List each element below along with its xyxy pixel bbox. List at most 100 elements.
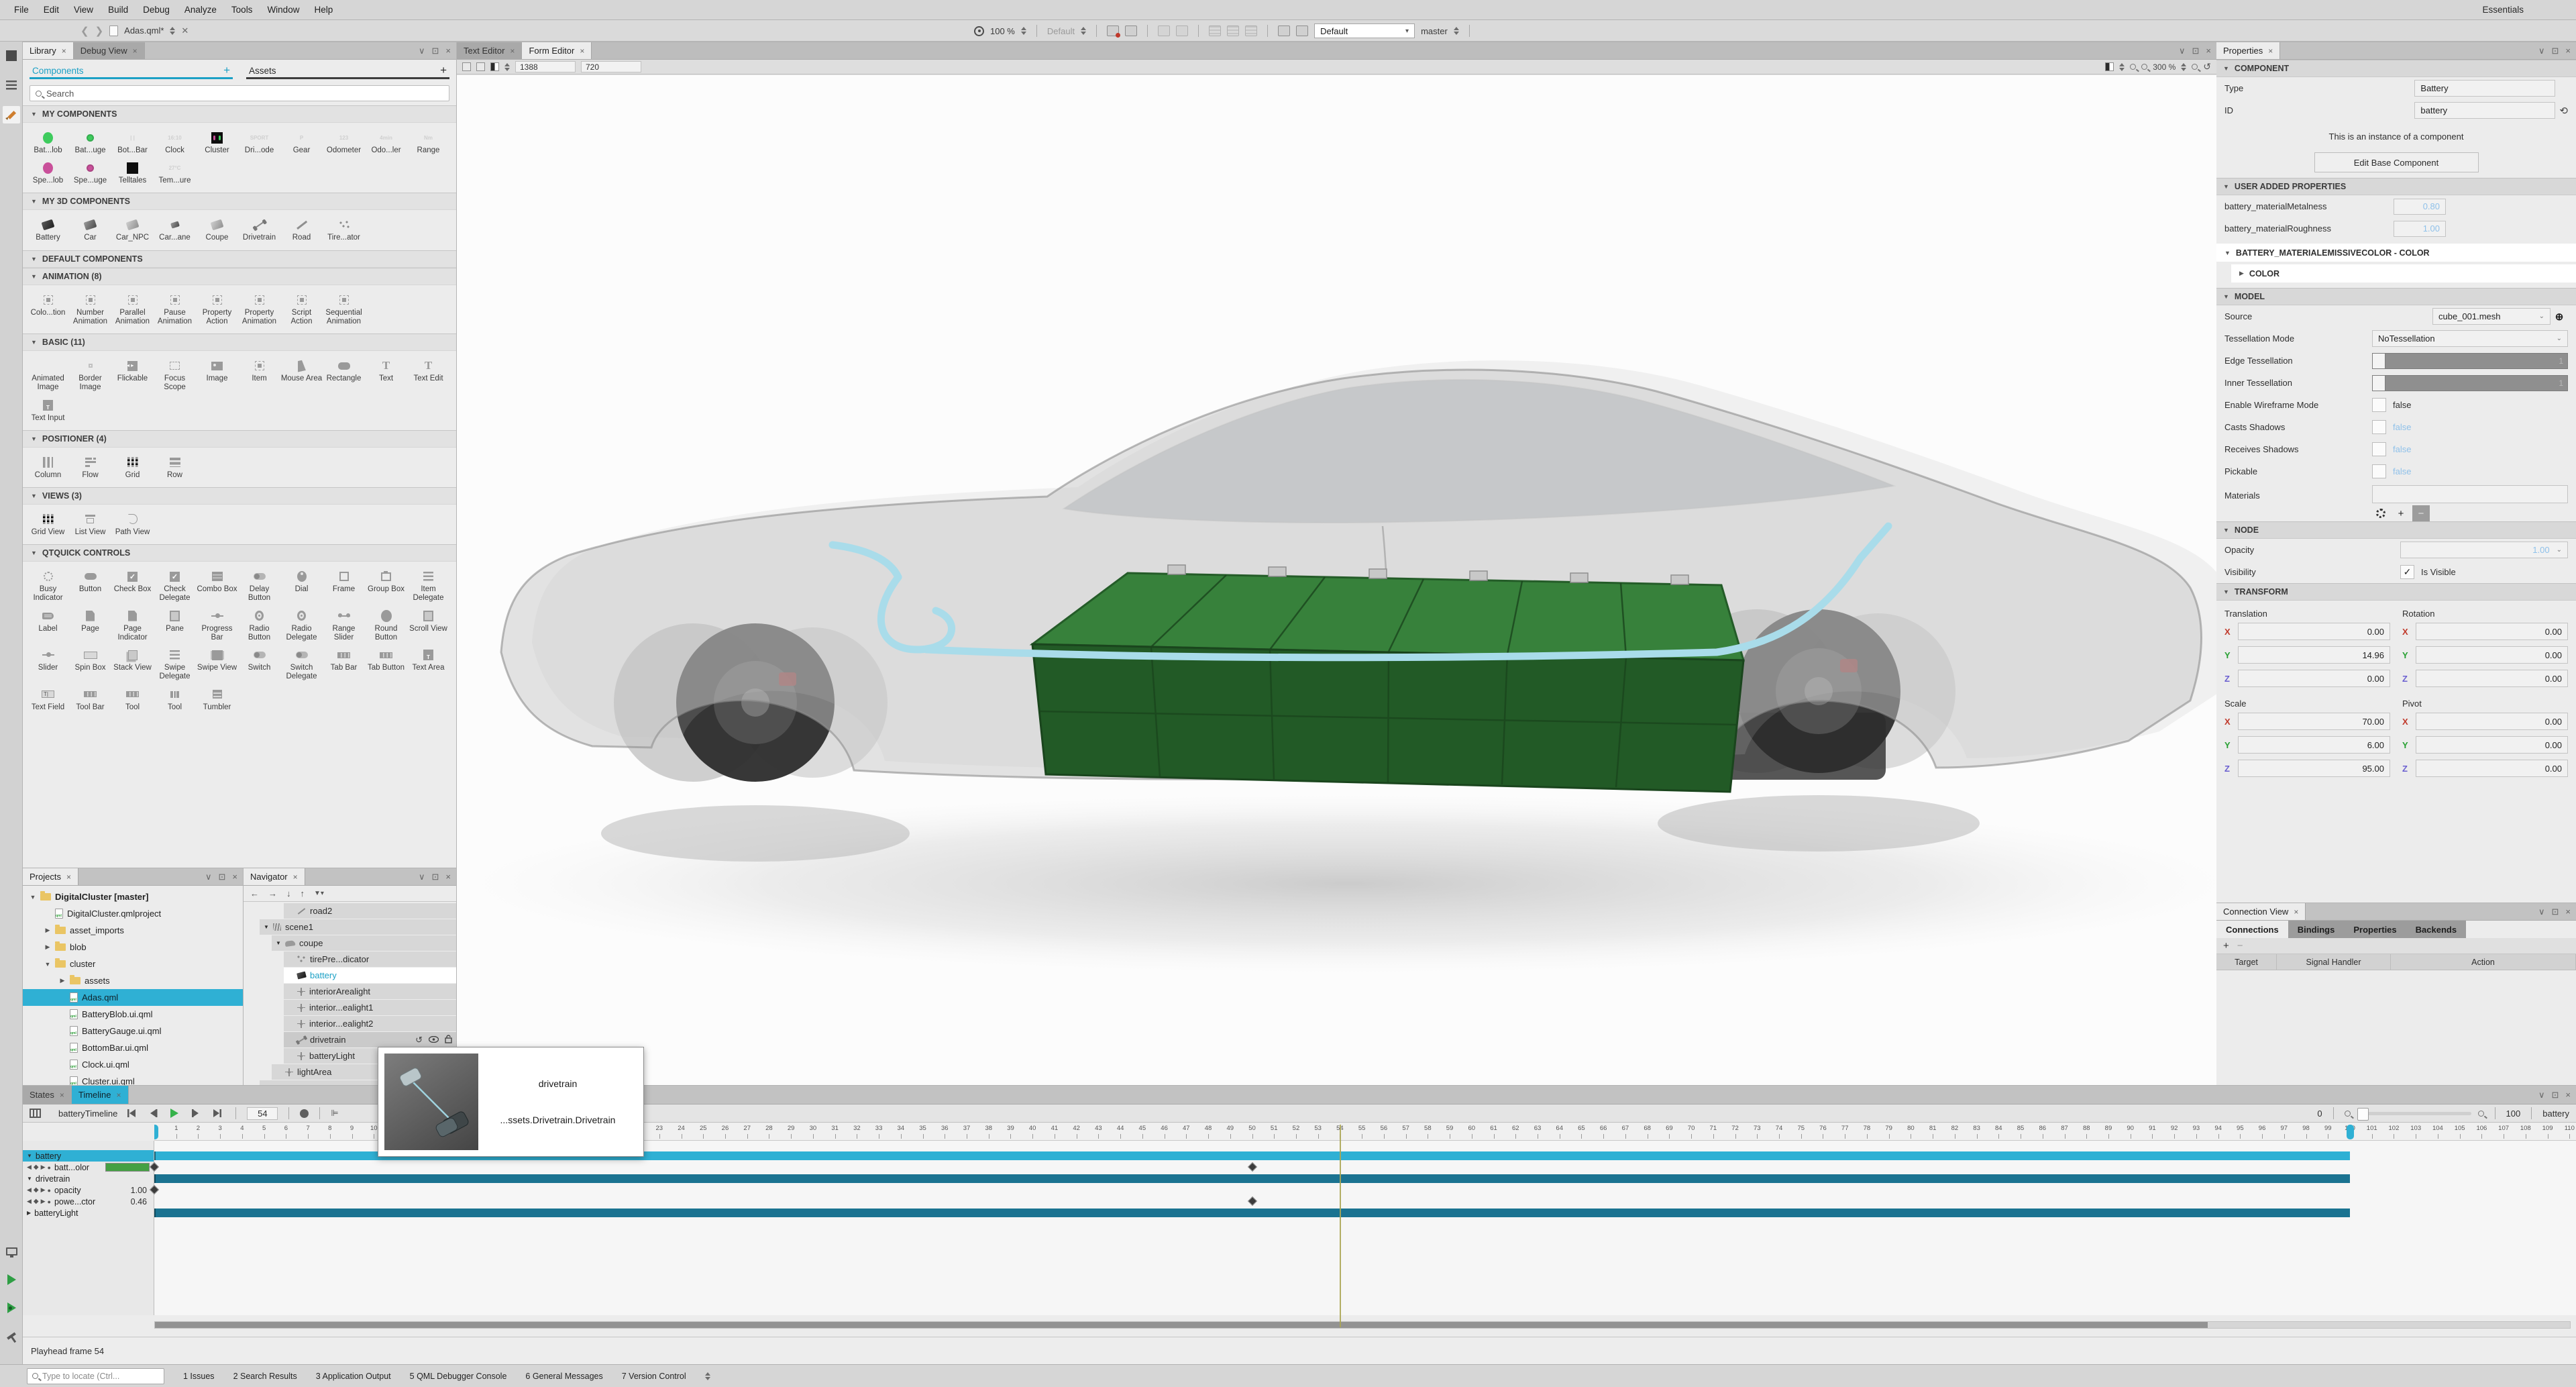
tree-item-cluster[interactable]: ▼cluster	[23, 956, 243, 972]
component-item[interactable]: Radio Button	[238, 607, 280, 642]
component-item[interactable]: Swipe Delegate	[154, 646, 196, 681]
anchor-icon[interactable]	[1125, 25, 1137, 36]
collapse-icon[interactable]: ∨	[2179, 46, 2186, 56]
keyframe-marker[interactable]	[1247, 1196, 1256, 1206]
output-pane-7-version-control[interactable]: 7 Version Control	[622, 1372, 686, 1381]
component-item[interactable]: ✓Check Box	[111, 568, 154, 603]
component-item[interactable]: Image	[196, 357, 238, 392]
tab-text-editor[interactable]: Text Editor×	[457, 42, 522, 59]
current-frame-field[interactable]: 54	[247, 1107, 278, 1120]
play-button[interactable]	[167, 1107, 182, 1119]
nav-item-coupe[interactable]: ▼coupe	[244, 935, 456, 951]
checkbox[interactable]	[2372, 442, 2386, 456]
transform-field-translation-x[interactable]: 0.00	[2238, 623, 2390, 640]
run-button[interactable]	[3, 1271, 20, 1288]
component-item[interactable]: 123Odometer	[323, 129, 365, 155]
to-start-button[interactable]	[124, 1107, 139, 1119]
tab-assets[interactable]: Assets+	[239, 60, 456, 81]
component-item[interactable]: Range Slider	[323, 607, 365, 642]
component-item[interactable]: TText Area	[407, 646, 449, 681]
search-input[interactable]: Search	[30, 85, 449, 101]
expand-arrow-icon[interactable]: ▶	[44, 927, 51, 934]
conn-tab-properties[interactable]: Properties	[2344, 921, 2406, 938]
component-item[interactable]: Bat...uge	[69, 129, 111, 155]
timeline-section-bar[interactable]	[154, 1174, 2350, 1183]
component-item[interactable]: Border Image	[69, 357, 111, 392]
conn-tab-connections[interactable]: Connections	[2216, 921, 2288, 938]
timeline-row-label-batterylight[interactable]: ▶batteryLight	[23, 1207, 154, 1219]
tree-item-digitalcluster-qmlproject[interactable]: DigitalCluster.qmlproject	[23, 905, 243, 922]
component-item[interactable]: Grid	[111, 454, 154, 480]
list-icon-2[interactable]	[1227, 25, 1239, 36]
component-item[interactable]: Car...ane	[154, 216, 196, 242]
branch-selector[interactable]: master	[1421, 26, 1448, 36]
component-item[interactable]: Drivetrain	[238, 216, 280, 242]
edit-dark-icon[interactable]	[1296, 25, 1308, 36]
prev-keyframe-button[interactable]	[146, 1107, 160, 1119]
battery-pack[interactable]	[1032, 565, 1743, 792]
component-item[interactable]: Animated Image	[27, 357, 69, 392]
move-left-icon[interactable]: ←	[250, 888, 259, 898]
component-item[interactable]: Combo Box	[196, 568, 238, 603]
edit-mode-icon[interactable]	[3, 76, 20, 94]
tab-form-editor[interactable]: Form Editor×	[522, 42, 592, 59]
component-item[interactable]: Tab Button	[365, 646, 407, 681]
menu-analyze[interactable]: Analyze	[177, 0, 224, 19]
canvas-width-field[interactable]: 1388	[515, 61, 576, 72]
component-item[interactable]: Item Delegate	[407, 568, 449, 603]
inner-tessellation-slider[interactable]: 1	[2372, 375, 2568, 391]
component-item[interactable]: TText	[365, 357, 407, 392]
component-item[interactable]: Pause Animation	[154, 291, 196, 326]
keyframe-controls[interactable]: ◀◆▶●	[27, 1186, 51, 1194]
section-transform[interactable]: ▼TRANSFORM	[2216, 583, 2576, 601]
color-swatch[interactable]	[105, 1163, 150, 1172]
component-item[interactable]: Tool	[111, 686, 154, 712]
remove-connection-icon[interactable]: −	[2237, 940, 2243, 952]
component-item[interactable]: Colo...tion	[27, 291, 69, 326]
expand-arrow-icon[interactable]: ▼	[276, 940, 281, 946]
component-item[interactable]: Pane	[154, 607, 196, 642]
document-spinner-icon[interactable]	[170, 27, 175, 35]
component-item[interactable]: Tool	[154, 686, 196, 712]
component-item[interactable]: PGear	[280, 129, 323, 155]
close-icon[interactable]: ×	[2565, 1090, 2571, 1100]
source-combobox[interactable]: cube_001.mesh⌄	[2432, 308, 2551, 325]
component-item[interactable]: List View	[69, 511, 111, 537]
close-icon[interactable]: ×	[580, 46, 584, 56]
section-model[interactable]: ▼MODEL	[2216, 288, 2576, 305]
unlock-icon[interactable]	[445, 1035, 452, 1045]
component-item[interactable]: Slider	[27, 646, 69, 681]
transform-field-pivot-x[interactable]: 0.00	[2416, 713, 2568, 730]
remove-material-icon[interactable]: −	[2412, 505, 2430, 521]
nav-item-scene1[interactable]: ▼scene1	[244, 919, 456, 935]
timeline-row-track[interactable]	[154, 1196, 2576, 1207]
component-item[interactable]: Flow	[69, 454, 111, 480]
zoom-spinner-icon[interactable]	[1021, 27, 1026, 35]
tab-library[interactable]: Library×	[23, 42, 74, 59]
style-combobox[interactable]: Default▾	[1314, 23, 1415, 38]
timeline-row-track[interactable]	[154, 1184, 2576, 1196]
tree-item-clock-ui-qml[interactable]: Clock.ui.qml	[23, 1056, 243, 1073]
expand-arrow-icon[interactable]: ▼	[44, 961, 51, 968]
component-item[interactable]: Progress Bar	[196, 607, 238, 642]
zoom-level[interactable]: 100 %	[990, 26, 1015, 36]
close-icon[interactable]: ×	[2206, 46, 2211, 56]
component-item[interactable]: Tool Bar	[69, 686, 111, 712]
range-end-marker[interactable]	[2347, 1125, 2354, 1139]
tab-timeline[interactable]: Timeline×	[72, 1086, 129, 1104]
output-pane-6-general-messages[interactable]: 6 General Messages	[525, 1372, 602, 1381]
component-item[interactable]: Road	[280, 216, 323, 242]
collapse-icon[interactable]: ∨	[419, 872, 425, 882]
timeline-row-label-batt-olor[interactable]: ◀◆▶●batt...olor	[23, 1162, 154, 1173]
component-item[interactable]: Cluster	[196, 129, 238, 155]
open-document-selector[interactable]: Adas.qml*	[124, 25, 164, 36]
section-component[interactable]: ▼COMPONENT	[2216, 60, 2576, 77]
range-start-field[interactable]: 0	[2317, 1109, 2322, 1119]
theme-toggle-icon[interactable]	[2105, 62, 2114, 71]
transform-field-translation-z[interactable]: 0.00	[2238, 670, 2390, 687]
range-start-marker[interactable]	[154, 1125, 158, 1139]
tree-item-blob[interactable]: ▶blob	[23, 939, 243, 956]
edit-base-component-button[interactable]: Edit Base Component	[2314, 152, 2479, 172]
next-keyframe-button[interactable]	[189, 1107, 203, 1119]
timeline-selector[interactable]: battery	[2542, 1109, 2569, 1119]
